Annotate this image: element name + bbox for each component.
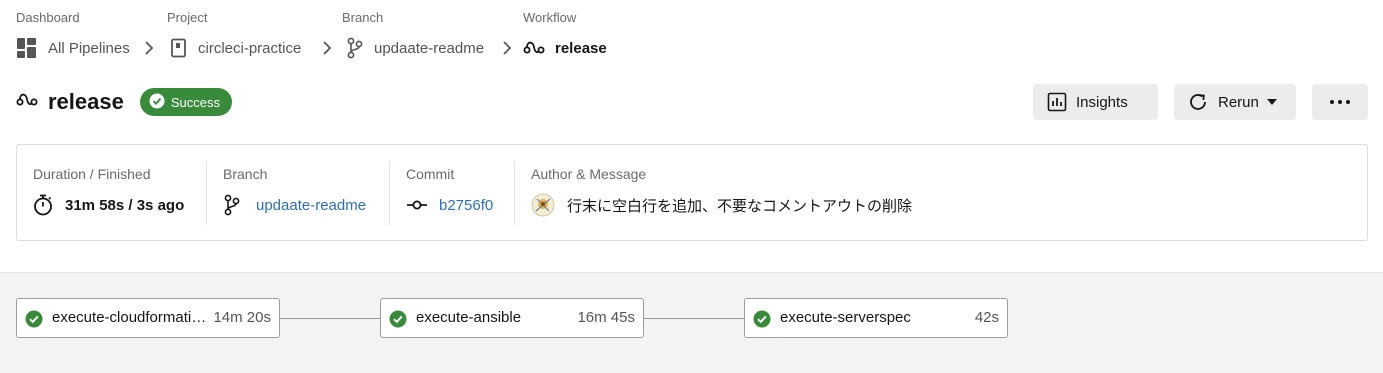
job-name: execute-cloudformation — [52, 309, 207, 326]
breadcrumb-label-workflow: Workflow — [523, 10, 577, 25]
job-connector — [280, 318, 380, 319]
divider — [514, 161, 515, 225]
status-badge-label: Success — [170, 94, 220, 110]
success-check-icon — [753, 310, 771, 332]
breadcrumb-item-label: release — [555, 39, 607, 57]
job-duration: 42s — [974, 309, 999, 326]
workflow-details-card: Duration / Finished 31m 58s / 3s ago Bra… — [16, 144, 1368, 241]
divider — [389, 161, 390, 225]
commit-icon — [406, 199, 428, 211]
insights-button-label: Insights — [1076, 93, 1128, 111]
duration-label: Duration / Finished — [33, 166, 151, 182]
breadcrumb-item-branch[interactable]: updaate-readme — [346, 36, 484, 60]
breadcrumb-label-project: Project — [167, 10, 208, 25]
job-connector — [644, 318, 744, 319]
check-circle-icon — [149, 93, 171, 112]
breadcrumb-item-project[interactable]: circleci-practice — [170, 36, 301, 60]
rerun-button[interactable]: Rerun — [1174, 84, 1296, 120]
commit-message: 行末に空白行を追加、不要なコメントアウトの削除 — [567, 196, 913, 215]
job-card-ansible[interactable]: execute-ansible 16m 45s — [380, 298, 644, 338]
breadcrumb-item-label: updaate-readme — [374, 39, 485, 57]
workflow-title-row: release Success — [16, 88, 232, 116]
breadcrumb-label-branch: Branch — [342, 10, 384, 25]
avatar[interactable] — [531, 193, 555, 217]
breadcrumb-item-label: circleci-practice — [198, 39, 302, 57]
stopwatch-icon — [33, 194, 53, 216]
branch-link[interactable]: updaate-readme — [256, 197, 366, 214]
breadcrumb-item-workflow: release — [523, 36, 607, 60]
more-horizontal-icon — [1330, 100, 1350, 104]
workflow-icon — [523, 39, 545, 57]
insights-button[interactable]: Insights — [1033, 84, 1158, 120]
breadcrumb-label-dashboard: Dashboard — [16, 10, 80, 25]
duration-value: 31m 58s / 3s ago — [65, 196, 185, 214]
commit-label: Commit — [406, 166, 455, 182]
branch-icon — [346, 37, 364, 59]
job-card-cloudformation[interactable]: execute-cloudformation 14m 20s — [16, 298, 280, 338]
author-value-row: 行末に空白行を追加、不要なコメントアウトの削除 — [531, 193, 912, 217]
caret-down-icon — [1266, 99, 1277, 105]
rerun-button-label: Rerun — [1218, 93, 1259, 111]
branch-label: Branch — [223, 166, 268, 182]
job-name: execute-serverspec — [780, 309, 911, 326]
branch-value-row: updaate-readme — [223, 193, 366, 217]
job-duration: 16m 45s — [577, 309, 635, 326]
success-check-icon — [389, 310, 407, 332]
chevron-right-icon — [322, 41, 332, 59]
workflow-icon — [16, 91, 38, 114]
branch-icon — [223, 194, 241, 216]
repo-icon — [170, 38, 188, 58]
breadcrumb-item-all-pipelines[interactable]: All Pipelines — [16, 36, 130, 60]
job-card-serverspec[interactable]: execute-serverspec 42s — [744, 298, 1008, 338]
job-duration: 14m 20s — [213, 309, 271, 326]
refresh-icon — [1187, 91, 1209, 113]
more-options-button[interactable] — [1312, 84, 1368, 120]
chevron-right-icon — [502, 41, 512, 59]
breadcrumb-item-label: All Pipelines — [48, 39, 130, 57]
dashboard-grid-icon — [16, 37, 38, 59]
page-title: release — [48, 89, 124, 114]
chevron-right-icon — [144, 41, 154, 59]
status-badge: Success — [139, 88, 232, 116]
success-check-icon — [25, 310, 43, 332]
author-label: Author & Message — [531, 166, 647, 182]
commit-value-row: b2756f0 — [406, 193, 493, 217]
job-name: execute-ansible — [416, 309, 522, 326]
commit-link[interactable]: b2756f0 — [439, 197, 493, 214]
workflow-header-area: Dashboard Project Branch Workflow All Pi… — [0, 0, 1383, 272]
divider — [206, 161, 207, 225]
bar-chart-icon — [1047, 92, 1067, 112]
duration-value-row: 31m 58s / 3s ago — [33, 193, 184, 217]
